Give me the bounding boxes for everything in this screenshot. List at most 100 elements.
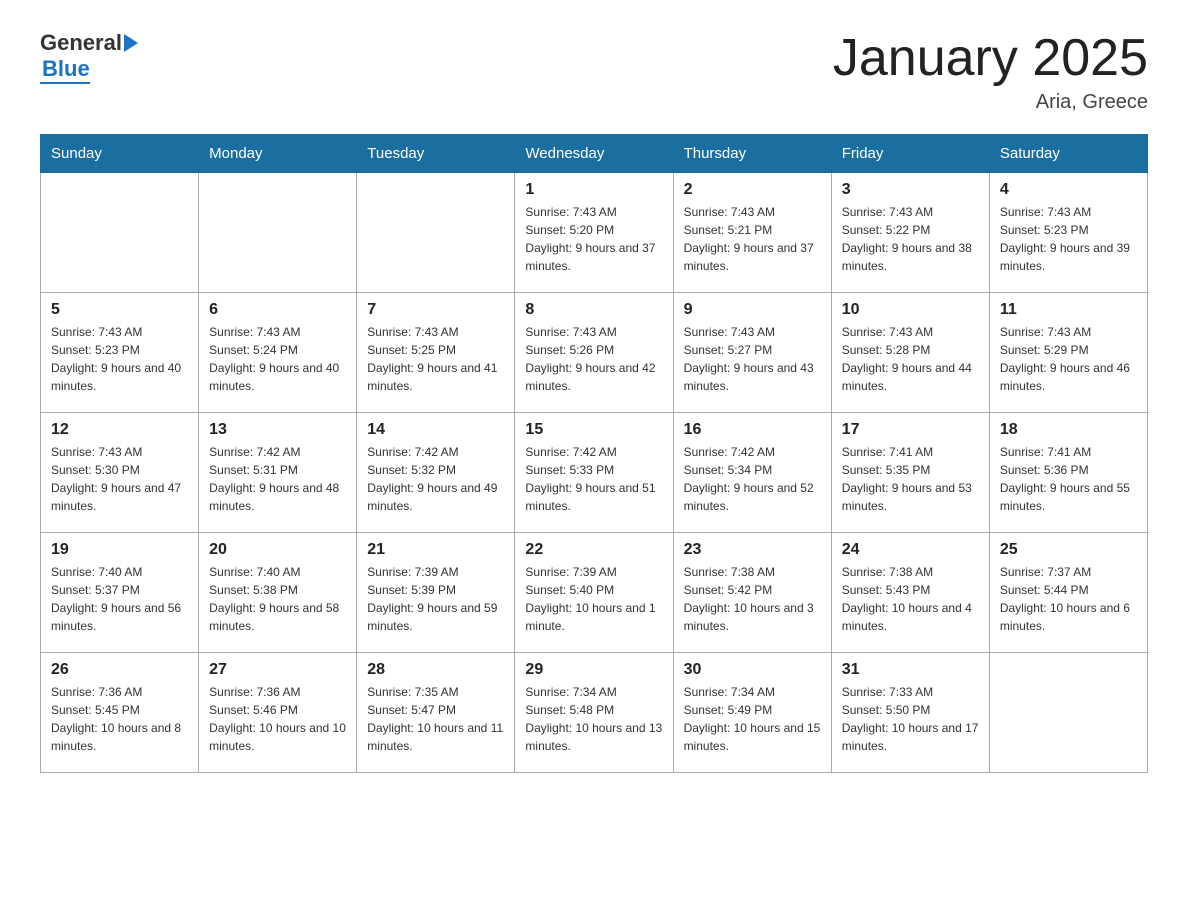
calendar-cell: 11 Sunrise: 7:43 AM Sunset: 5:29 PM Dayli… <box>989 293 1147 413</box>
day-number: 26 <box>51 661 188 679</box>
weekday-header-thursday: Thursday <box>673 135 831 173</box>
calendar-cell: 22 Sunrise: 7:39 AM Sunset: 5:40 PM Dayli… <box>515 533 673 653</box>
day-number: 8 <box>525 301 662 319</box>
day-info: Sunrise: 7:43 AM Sunset: 5:27 PM Dayligh… <box>684 323 821 395</box>
weekday-header-friday: Friday <box>831 135 989 173</box>
day-number: 14 <box>367 421 504 439</box>
calendar-cell: 20Sunrise: 7:40 AM Sunset: 5:38 PM Dayli… <box>199 533 357 653</box>
location: Aria, Greece <box>833 91 1148 114</box>
calendar-week-3: 12Sunrise: 7:43 AM Sunset: 5:30 PM Dayli… <box>41 413 1148 533</box>
day-number: 22 <box>525 541 662 559</box>
calendar-cell: 5 Sunrise: 7:43 AM Sunset: 5:23 PM Daylig… <box>41 293 199 413</box>
calendar-cell: 16Sunrise: 7:42 AM Sunset: 5:34 PM Dayli… <box>673 413 831 533</box>
calendar-cell: 13 Sunrise: 7:42 AM Sunset: 5:31 PM Dayli… <box>199 413 357 533</box>
calendar-cell: 19 Sunrise: 7:40 AM Sunset: 5:37 PM Dayli… <box>41 533 199 653</box>
title-block: January 2025 Aria, Greece <box>833 30 1148 114</box>
day-number: 5 <box>51 301 188 319</box>
calendar-cell: 25 Sunrise: 7:37 AM Sunset: 5:44 PM Dayli… <box>989 533 1147 653</box>
day-number: 20 <box>209 541 346 559</box>
calendar-cell: 14 Sunrise: 7:42 AM Sunset: 5:32 PM Dayli… <box>357 413 515 533</box>
day-info: Sunrise: 7:43 AM Sunset: 5:28 PM Dayligh… <box>842 323 979 395</box>
calendar-week-1: 1Sunrise: 7:43 AM Sunset: 5:20 PM Daylig… <box>41 173 1148 293</box>
day-info: Sunrise: 7:43 AM Sunset: 5:30 PM Dayligh… <box>51 443 188 515</box>
day-info: Sunrise: 7:33 AM Sunset: 5:50 PM Dayligh… <box>842 683 979 755</box>
calendar-cell: 9 Sunrise: 7:43 AM Sunset: 5:27 PM Daylig… <box>673 293 831 413</box>
day-info: Sunrise: 7:43 AM Sunset: 5:22 PM Dayligh… <box>842 203 979 275</box>
calendar-cell: 18 Sunrise: 7:41 AM Sunset: 5:36 PM Dayli… <box>989 413 1147 533</box>
weekday-header-saturday: Saturday <box>989 135 1147 173</box>
calendar-cell: 15Sunrise: 7:42 AM Sunset: 5:33 PM Dayli… <box>515 413 673 533</box>
month-title: January 2025 <box>833 30 1148 87</box>
day-info: Sunrise: 7:43 AM Sunset: 5:29 PM Dayligh… <box>1000 323 1137 395</box>
calendar-cell: 30 Sunrise: 7:34 AM Sunset: 5:49 PM Dayli… <box>673 653 831 773</box>
weekday-header-tuesday: Tuesday <box>357 135 515 173</box>
day-number: 23 <box>684 541 821 559</box>
day-number: 29 <box>525 661 662 679</box>
day-number: 25 <box>1000 541 1137 559</box>
day-number: 4 <box>1000 181 1137 199</box>
day-info: Sunrise: 7:42 AM Sunset: 5:32 PM Dayligh… <box>367 443 504 515</box>
calendar-cell: 24Sunrise: 7:38 AM Sunset: 5:43 PM Dayli… <box>831 533 989 653</box>
calendar-table: SundayMondayTuesdayWednesdayThursdayFrid… <box>40 134 1148 773</box>
logo-general-text: General <box>40 30 122 56</box>
calendar-cell: 21 Sunrise: 7:39 AM Sunset: 5:39 PM Dayli… <box>357 533 515 653</box>
day-info: Sunrise: 7:39 AM Sunset: 5:39 PM Dayligh… <box>367 563 504 635</box>
day-info: Sunrise: 7:38 AM Sunset: 5:43 PM Dayligh… <box>842 563 979 635</box>
day-info: Sunrise: 7:41 AM Sunset: 5:36 PM Dayligh… <box>1000 443 1137 515</box>
day-info: Sunrise: 7:43 AM Sunset: 5:20 PM Dayligh… <box>525 203 662 275</box>
day-number: 18 <box>1000 421 1137 439</box>
calendar-cell <box>989 653 1147 773</box>
day-info: Sunrise: 7:35 AM Sunset: 5:47 PM Dayligh… <box>367 683 504 755</box>
calendar-cell: 12Sunrise: 7:43 AM Sunset: 5:30 PM Dayli… <box>41 413 199 533</box>
weekday-header-wednesday: Wednesday <box>515 135 673 173</box>
day-number: 6 <box>209 301 346 319</box>
calendar-cell: 29 Sunrise: 7:34 AM Sunset: 5:48 PM Dayli… <box>515 653 673 773</box>
day-info: Sunrise: 7:39 AM Sunset: 5:40 PM Dayligh… <box>525 563 662 635</box>
day-number: 19 <box>51 541 188 559</box>
day-info: Sunrise: 7:38 AM Sunset: 5:42 PM Dayligh… <box>684 563 821 635</box>
weekday-header-row: SundayMondayTuesdayWednesdayThursdayFrid… <box>41 135 1148 173</box>
calendar-cell <box>357 173 515 293</box>
day-info: Sunrise: 7:34 AM Sunset: 5:49 PM Dayligh… <box>684 683 821 755</box>
day-number: 9 <box>684 301 821 319</box>
calendar-cell: 10Sunrise: 7:43 AM Sunset: 5:28 PM Dayli… <box>831 293 989 413</box>
calendar-cell: 4 Sunrise: 7:43 AM Sunset: 5:23 PM Daylig… <box>989 173 1147 293</box>
weekday-header-monday: Monday <box>199 135 357 173</box>
weekday-header-sunday: Sunday <box>41 135 199 173</box>
day-number: 21 <box>367 541 504 559</box>
calendar-cell: 2 Sunrise: 7:43 AM Sunset: 5:21 PM Daylig… <box>673 173 831 293</box>
day-number: 13 <box>209 421 346 439</box>
day-number: 7 <box>367 301 504 319</box>
calendar-week-4: 19 Sunrise: 7:40 AM Sunset: 5:37 PM Dayli… <box>41 533 1148 653</box>
day-number: 11 <box>1000 301 1137 319</box>
day-info: Sunrise: 7:43 AM Sunset: 5:21 PM Dayligh… <box>684 203 821 275</box>
day-number: 3 <box>842 181 979 199</box>
day-info: Sunrise: 7:37 AM Sunset: 5:44 PM Dayligh… <box>1000 563 1137 635</box>
calendar-cell: 17 Sunrise: 7:41 AM Sunset: 5:35 PM Dayli… <box>831 413 989 533</box>
day-info: Sunrise: 7:43 AM Sunset: 5:23 PM Dayligh… <box>1000 203 1137 275</box>
day-number: 2 <box>684 181 821 199</box>
day-info: Sunrise: 7:42 AM Sunset: 5:33 PM Dayligh… <box>525 443 662 515</box>
logo: General Blue <box>40 30 138 84</box>
calendar-week-2: 5 Sunrise: 7:43 AM Sunset: 5:23 PM Daylig… <box>41 293 1148 413</box>
calendar-cell: 28Sunrise: 7:35 AM Sunset: 5:47 PM Dayli… <box>357 653 515 773</box>
calendar-cell: 3 Sunrise: 7:43 AM Sunset: 5:22 PM Daylig… <box>831 173 989 293</box>
calendar-cell: 6Sunrise: 7:43 AM Sunset: 5:24 PM Daylig… <box>199 293 357 413</box>
calendar-week-5: 26 Sunrise: 7:36 AM Sunset: 5:45 PM Dayli… <box>41 653 1148 773</box>
day-info: Sunrise: 7:36 AM Sunset: 5:46 PM Dayligh… <box>209 683 346 755</box>
day-info: Sunrise: 7:42 AM Sunset: 5:31 PM Dayligh… <box>209 443 346 515</box>
calendar-cell: 31 Sunrise: 7:33 AM Sunset: 5:50 PM Dayli… <box>831 653 989 773</box>
day-number: 31 <box>842 661 979 679</box>
day-info: Sunrise: 7:42 AM Sunset: 5:34 PM Dayligh… <box>684 443 821 515</box>
day-info: Sunrise: 7:41 AM Sunset: 5:35 PM Dayligh… <box>842 443 979 515</box>
day-info: Sunrise: 7:43 AM Sunset: 5:23 PM Dayligh… <box>51 323 188 395</box>
day-info: Sunrise: 7:34 AM Sunset: 5:48 PM Dayligh… <box>525 683 662 755</box>
day-info: Sunrise: 7:40 AM Sunset: 5:37 PM Dayligh… <box>51 563 188 635</box>
day-info: Sunrise: 7:36 AM Sunset: 5:45 PM Dayligh… <box>51 683 188 755</box>
page-header: General Blue January 2025 Aria, Greece <box>40 30 1148 114</box>
calendar-cell: 23 Sunrise: 7:38 AM Sunset: 5:42 PM Dayli… <box>673 533 831 653</box>
day-info: Sunrise: 7:43 AM Sunset: 5:25 PM Dayligh… <box>367 323 504 395</box>
day-number: 17 <box>842 421 979 439</box>
calendar-cell: 27Sunrise: 7:36 AM Sunset: 5:46 PM Dayli… <box>199 653 357 773</box>
day-number: 30 <box>684 661 821 679</box>
